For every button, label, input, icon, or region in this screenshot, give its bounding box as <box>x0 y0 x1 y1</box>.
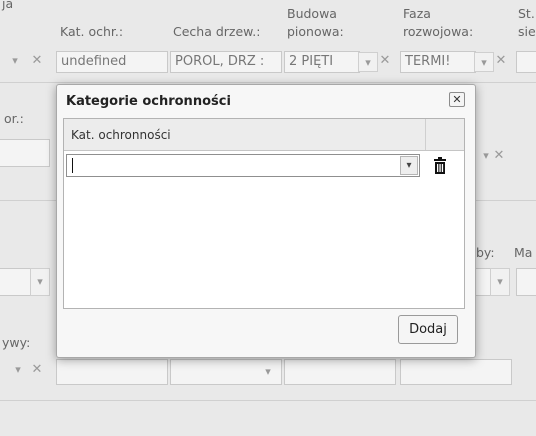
chevron-down-icon[interactable]: ▾ <box>490 268 510 296</box>
label-cut-right-line2: sie <box>518 24 536 39</box>
bottom-field-4[interactable] <box>400 359 512 385</box>
label-budowa-line2: pionowa: <box>287 24 344 39</box>
bottom-field-1[interactable] <box>56 359 168 385</box>
chevron-down-icon[interactable]: ▾ <box>5 51 25 71</box>
label-cut-ma: Ma <box>514 245 533 260</box>
bottom-field-3[interactable] <box>284 359 396 385</box>
divider <box>0 400 536 401</box>
left-field-2[interactable] <box>0 139 50 167</box>
close-icon[interactable]: ✕ <box>449 92 465 107</box>
budowa-pionowa-field[interactable]: 2 PIĘTI <box>284 51 360 73</box>
divider <box>0 82 536 83</box>
label-cut-ywy: ywy: <box>2 335 31 350</box>
label-cut-by: by: <box>476 245 495 260</box>
label-cut-right-line1: St. <box>518 6 535 21</box>
table-header: Kat. ochronności <box>64 119 464 151</box>
clear-icon[interactable]: ✕ <box>494 51 508 71</box>
chevron-down-icon[interactable]: ▾ <box>474 52 494 72</box>
clear-icon[interactable]: ✕ <box>30 360 44 380</box>
clear-icon[interactable]: ✕ <box>492 146 506 166</box>
cut-right-field[interactable] <box>516 51 536 73</box>
label-cecha-drzew: Cecha drzew.: <box>173 24 261 39</box>
chevron-down-icon[interactable]: ▾ <box>258 362 278 382</box>
chevron-down-icon[interactable]: ▾ <box>30 268 50 296</box>
label-faza-line1: Faza <box>403 6 431 21</box>
chevron-down-icon[interactable]: ▾ <box>8 360 28 380</box>
text-cursor <box>72 158 73 173</box>
column-divider <box>425 119 426 150</box>
clear-icon[interactable]: ✕ <box>378 51 392 71</box>
kat-ochr-field[interactable]: undefined <box>56 51 168 73</box>
label-budowa-line1: Budowa <box>287 6 337 21</box>
kategoria-select[interactable]: ▾ <box>66 154 420 177</box>
column-header-kat-ochronnosci: Kat. ochronności <box>71 128 171 142</box>
chevron-down-icon[interactable]: ▾ <box>358 52 378 72</box>
left-field-3[interactable] <box>0 268 32 296</box>
faza-rozwojowa-field[interactable]: TERMI! <box>400 51 476 73</box>
trash-icon[interactable] <box>434 157 446 174</box>
label-cut-left: ja <box>2 0 14 11</box>
chevron-down-icon[interactable]: ▾ <box>400 156 418 175</box>
kategorie-ochronnosci-dialog: Kategorie ochronności ✕ Kat. ochronności… <box>56 84 476 358</box>
clear-icon[interactable]: ✕ <box>30 51 44 71</box>
kategorie-table: Kat. ochronności ▾ <box>63 118 465 309</box>
label-cut-pr: or.: <box>4 111 24 126</box>
label-faza-line2: rozwojowa: <box>403 24 474 39</box>
cut-right-field-3[interactable] <box>516 268 536 296</box>
cecha-drzew-field[interactable]: POROL, DRZ : <box>170 51 282 73</box>
dialog-title: Kategorie ochronności <box>66 94 231 109</box>
label-kat-ochr: Kat. ochr.: <box>60 24 124 39</box>
add-button[interactable]: Dodaj <box>398 315 458 344</box>
